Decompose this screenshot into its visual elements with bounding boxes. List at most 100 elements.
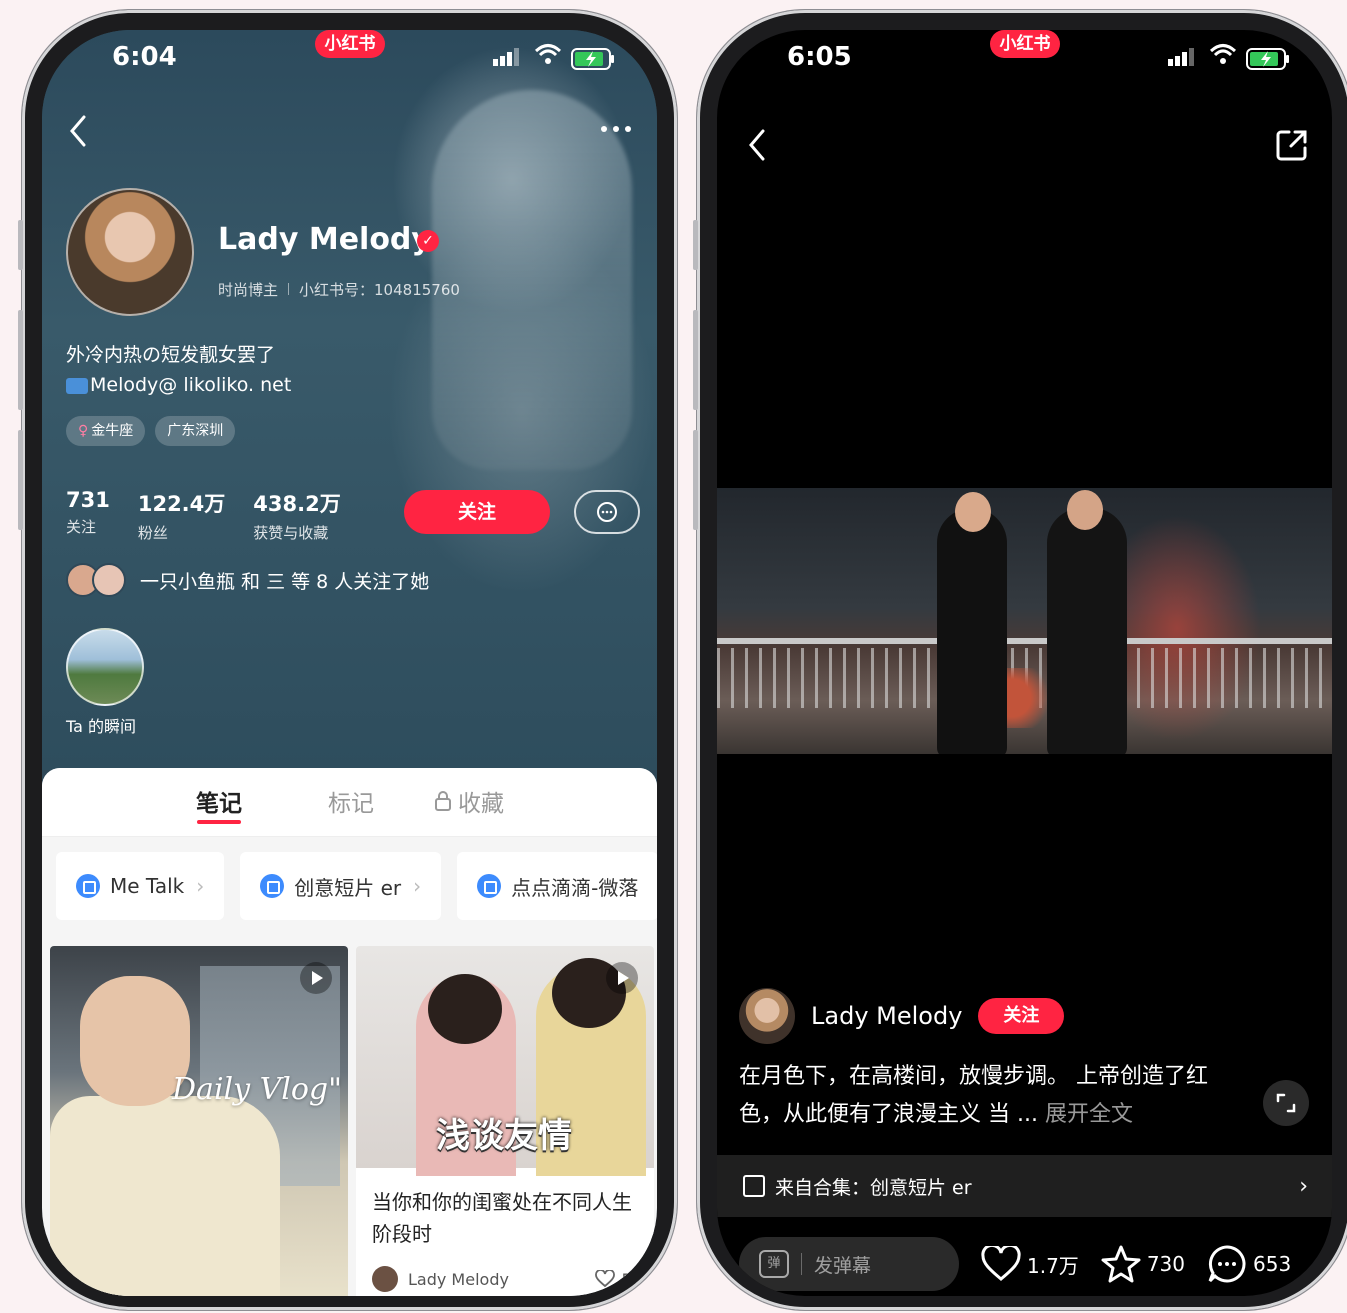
heart-icon xyxy=(981,1246,1021,1281)
stat-followers[interactable]: 122.4万 粉丝 xyxy=(138,488,225,543)
profile-avatar[interactable] xyxy=(66,188,194,316)
bio-line-2: Melody@ likoliko. net xyxy=(66,370,291,400)
profile-name: Lady Melody xyxy=(218,222,431,257)
fullscreen-button[interactable] xyxy=(1263,1080,1309,1126)
chevron-right-icon: › xyxy=(1299,1173,1308,1199)
engagement-bar: 弹 发弹幕 1.7万 730 653 xyxy=(717,1232,1332,1296)
bio-email: Melody@ likoliko. net xyxy=(90,374,292,396)
battery-icon xyxy=(1246,48,1289,70)
expand-text-link[interactable]: 展开全文 xyxy=(1045,1102,1133,1127)
side-button xyxy=(693,220,698,270)
note-author: Lady Melody xyxy=(408,1269,509,1289)
chevron-right-icon: › xyxy=(196,874,205,898)
star-icon xyxy=(1101,1245,1141,1283)
mailbox-icon xyxy=(66,377,88,394)
collection-icon xyxy=(76,874,100,898)
side-button xyxy=(18,430,23,530)
stat-likes-saves[interactable]: 438.2万 获赞与收藏 xyxy=(253,488,340,543)
collection-icon xyxy=(743,1175,765,1197)
status-bar: 6:05 小红书 xyxy=(717,30,1332,100)
follow-button[interactable]: 关注 xyxy=(404,490,550,534)
status-bar: 6:04 小红书 xyxy=(42,30,657,100)
tab-indicator xyxy=(197,820,241,824)
collection-icon xyxy=(477,874,502,898)
brand-pill: 小红书 xyxy=(990,30,1060,58)
tab-marks[interactable]: 标记 xyxy=(328,784,374,818)
danmu-toggle-icon[interactable]: 弹 xyxy=(759,1250,789,1278)
back-icon[interactable] xyxy=(68,114,88,148)
profile-bio: 外冷内热の短发靓女罢了 Melody@ likoliko. net xyxy=(66,340,291,400)
note-card[interactable]: Daily Vlog" xyxy=(50,946,348,1296)
author-row: Lady Melody 关注 xyxy=(739,988,1065,1044)
battery-icon xyxy=(571,48,614,70)
like-button[interactable]: 1.7万 xyxy=(981,1246,1079,1282)
mutual-followers[interactable]: 一只小鱼瓶 和 三 等 8 人关注了她 xyxy=(66,562,429,598)
moment-thumbnail[interactable] xyxy=(66,628,144,706)
profile-stats: 731 关注 122.4万 粉丝 438.2万 获赞与收藏 xyxy=(66,488,341,543)
description-text: 在月色下，在高楼间，放慢步调。 上帝创造了红色，从此便有了浪漫主义 当 ... xyxy=(739,1064,1208,1127)
status-time: 6:04 xyxy=(112,42,177,72)
tag-location: 广东深圳 xyxy=(155,416,236,446)
note-footer: Lady Melody 552 xyxy=(372,1266,652,1292)
profile-meta: 时尚博主 小红书号：104815760 xyxy=(218,279,460,300)
video-description: 在月色下，在高楼间，放慢步调。 上帝创造了红色，从此便有了浪漫主义 当 ... … xyxy=(739,1058,1239,1134)
content-panel: 笔记 标记 收藏 Me Talk › 创意短片 er › 点点滴滴-微落 Dail xyxy=(42,768,657,1296)
note-title: 当你和你的闺蜜处在不同人生阶段时 xyxy=(372,1190,632,1246)
play-icon xyxy=(300,962,332,994)
tag-zodiac: ♀ 金牛座 xyxy=(66,416,146,446)
danmu-input[interactable]: 弹 发弹幕 xyxy=(739,1237,959,1291)
side-button xyxy=(18,220,23,270)
stat-following[interactable]: 731 关注 xyxy=(66,488,110,543)
play-icon xyxy=(606,962,638,994)
back-icon[interactable] xyxy=(747,128,767,162)
status-time: 6:05 xyxy=(787,42,852,72)
wifi-icon xyxy=(1209,44,1237,64)
female-icon: ♀ xyxy=(78,423,89,439)
side-button xyxy=(18,310,23,410)
collection-creative-shorts[interactable]: 创意短片 er › xyxy=(240,852,442,920)
danmu-placeholder: 发弹幕 xyxy=(814,1254,872,1277)
phone-left: 6:04 小红书 Lady Melody ✓ 时尚博主 小红书号：10481576… xyxy=(18,10,677,1310)
wifi-icon xyxy=(534,44,562,64)
video-player[interactable] xyxy=(717,488,1332,754)
note-cover: 浅谈友情 xyxy=(356,946,654,1176)
collection-bar[interactable]: 来自合集：创意短片 er › xyxy=(717,1155,1332,1217)
expand-icon xyxy=(1276,1093,1296,1113)
video-screen: 6:05 小红书 Lady Melody 关注 在月色下，在高楼间，放慢步调。 … xyxy=(717,30,1332,1296)
profile-screen: 6:04 小红书 Lady Melody ✓ 时尚博主 小红书号：10481576… xyxy=(42,30,657,1296)
follow-button[interactable]: 关注 xyxy=(978,998,1065,1034)
author-avatar xyxy=(372,1266,398,1292)
signal-icon xyxy=(1168,48,1194,66)
tab-favorites[interactable]: 收藏 xyxy=(434,784,504,818)
message-icon xyxy=(597,502,617,522)
author-name[interactable]: Lady Melody xyxy=(811,1002,962,1030)
verified-icon: ✓ xyxy=(417,230,439,252)
note-likes[interactable]: 552 xyxy=(595,1270,652,1289)
message-button[interactable] xyxy=(574,490,640,534)
side-button xyxy=(693,430,698,530)
collection-icon xyxy=(260,874,285,898)
mutual-avatar xyxy=(92,563,126,597)
author-avatar[interactable] xyxy=(739,988,795,1044)
favorite-button[interactable]: 730 xyxy=(1101,1245,1185,1283)
note-cover: Daily Vlog" xyxy=(50,946,348,1296)
tab-notes[interactable]: 笔记 xyxy=(196,784,242,818)
profile-role: 时尚博主 xyxy=(218,281,279,299)
collection-me-talk[interactable]: Me Talk › xyxy=(56,852,225,920)
collection-moments[interactable]: 点点滴滴-微落 xyxy=(457,852,657,920)
cover-overlay-text: Daily Vlog" xyxy=(172,1072,342,1107)
side-button xyxy=(693,310,698,410)
comment-button[interactable]: 653 xyxy=(1207,1244,1291,1284)
more-icon[interactable] xyxy=(600,125,632,133)
comment-icon xyxy=(1208,1245,1246,1283)
profile-tabs: 笔记 标记 收藏 xyxy=(42,768,657,837)
share-icon[interactable] xyxy=(1275,128,1309,162)
bio-line-1: 外冷内热の短发靓女罢了 xyxy=(66,344,276,366)
lock-icon xyxy=(435,791,451,811)
signal-icon xyxy=(493,48,519,66)
profile-id: 小红书号：104815760 xyxy=(299,281,460,299)
note-card[interactable]: 浅谈友情 当你和你的闺蜜处在不同人生阶段时 Lady Melody 552 xyxy=(356,946,654,1296)
brand-pill: 小红书 xyxy=(315,30,385,58)
background-portrait xyxy=(432,90,632,470)
collection-text: 来自合集：创意短片 er xyxy=(775,1176,972,1199)
